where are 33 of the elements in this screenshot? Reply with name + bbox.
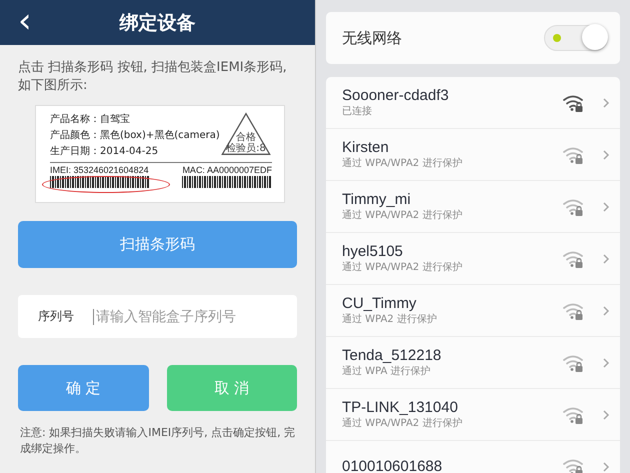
- chevron-right-icon: [602, 408, 610, 420]
- chevron-right-icon: [602, 96, 610, 108]
- label-text: 产品颜色：黑色(box)+黑色(camera): [50, 128, 220, 143]
- chevron-right-icon: [602, 356, 610, 368]
- wifi-toggle[interactable]: [544, 25, 608, 51]
- chevron-right-icon: [602, 252, 610, 264]
- mac-text: MAC: AA0000007EDF: [182, 165, 272, 176]
- chevron-right-icon: [602, 304, 610, 316]
- chevron-right-icon: [602, 460, 610, 472]
- inspector-text: 检验员:8: [226, 143, 266, 154]
- wifi-label: 无线网络: [342, 28, 402, 48]
- network-row[interactable]: TP-LINK_131040 通过 WPA/WPA2 进行保护: [326, 389, 620, 441]
- label-text: 生产日期：2014-04-25: [50, 144, 160, 159]
- serial-label: 序列号: [38, 308, 75, 325]
- network-row[interactable]: hyel5105 通过 WPA/WPA2 进行保护: [326, 233, 620, 285]
- chevron-right-icon: [602, 200, 610, 212]
- triangle-icon: [220, 112, 272, 156]
- note-text: 注意: 如果扫描失败请输入IMEI序列号, 点击确定按钮, 完成绑定操作。: [20, 425, 296, 457]
- network-row[interactable]: CU_Timmy 通过 WPA2 进行保护: [326, 285, 620, 337]
- imei-text: IMEI: 353246021604824: [50, 165, 149, 176]
- network-row[interactable]: 010010601688: [326, 441, 620, 473]
- instruction-text: 点击 扫描条形码 按钮, 扫描包装盒IEMI条形码, 如下图所示:: [18, 59, 288, 95]
- chevron-right-icon: [602, 148, 610, 160]
- back-button[interactable]: ‹: [14, 4, 36, 38]
- serial-input-field[interactable]: 请输入智能盒子序列号: [93, 308, 297, 324]
- network-row[interactable]: Timmy_mi 通过 WPA/WPA2 进行保护: [326, 181, 620, 233]
- screen-title: 绑定设备: [120, 10, 196, 36]
- network-row[interactable]: Tenda_512218 通过 WPA 进行保护: [326, 337, 620, 389]
- label-text: 产品名称：自驾宝: [50, 112, 131, 127]
- network-row[interactable]: Soooner-cdadf3 已连接: [326, 77, 620, 129]
- stamp-text: 合格: [236, 132, 256, 143]
- network-row[interactable]: Kirsten 通过 WPA/WPA2 进行保护: [326, 129, 620, 181]
- serial-field[interactable]: 序列号 请输入智能盒子序列号: [18, 295, 297, 338]
